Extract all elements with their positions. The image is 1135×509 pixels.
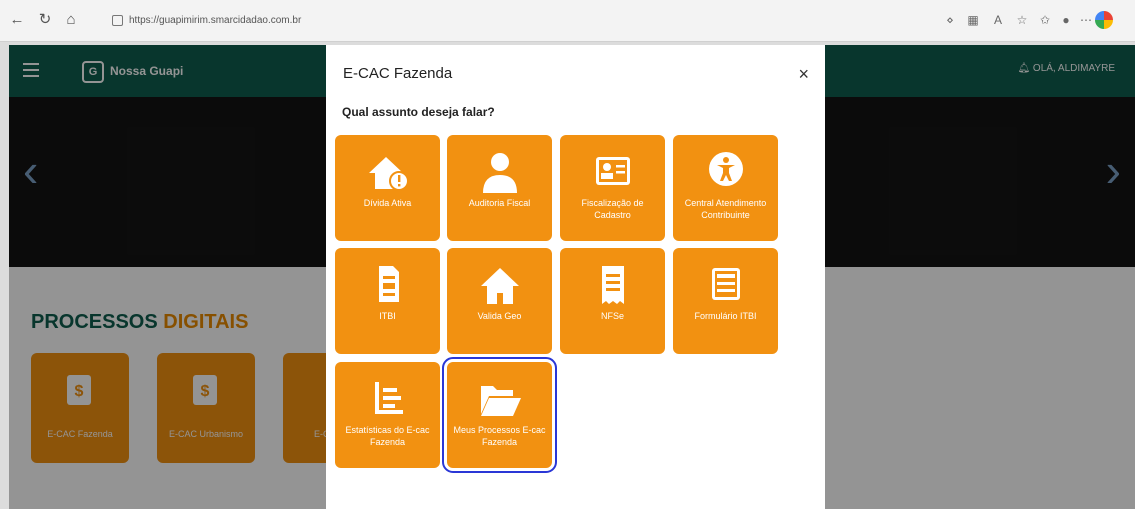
favorites-icon[interactable]: ✩ — [1035, 10, 1055, 30]
browser-copilot-icon[interactable] — [1095, 11, 1113, 29]
url-text: https://guapimirim.smarcidadao.com.br — [129, 15, 302, 26]
text-size-icon[interactable]: A — [988, 10, 1008, 30]
bar-list-icon — [335, 376, 440, 422]
tile-estatisticas[interactable]: Estatísticas do E-cac Fazenda — [335, 362, 440, 468]
site-info-icon[interactable] — [112, 14, 123, 26]
back-arrow-icon[interactable]: ← — [6, 9, 28, 31]
browser-toolbar: ← ↻ ⌂ https://guapimirim.smarcidadao.com… — [0, 0, 1135, 42]
receipt-icon — [560, 262, 665, 308]
more-options-icon[interactable]: ⋯ — [1076, 10, 1096, 30]
home-icon — [447, 262, 552, 308]
house-alert-icon — [335, 149, 440, 195]
file-document-icon — [335, 262, 440, 308]
profile-icon[interactable]: ● — [1056, 10, 1076, 30]
tile-central-atendimento[interactable]: Central Atendimento Contribuinte — [673, 135, 778, 241]
ecac-fazenda-modal: E-CAC Fazenda × Qual assunto deseja fala… — [326, 45, 825, 509]
close-icon[interactable]: × — [798, 64, 809, 85]
address-bar[interactable]: https://guapimirim.smarcidadao.com.br — [112, 10, 892, 31]
form-icon — [673, 262, 778, 308]
read-aloud-icon[interactable]: ⋄ — [940, 10, 960, 30]
tile-valida-geo[interactable]: Valida Geo — [447, 248, 552, 354]
tile-auditoria-fiscal[interactable]: Auditoria Fiscal — [447, 135, 552, 241]
tile-divida-ativa[interactable]: Dívida Ativa — [335, 135, 440, 241]
tile-formulario-itbi[interactable]: Formulário ITBI — [673, 248, 778, 354]
tile-fiscalizacao-cadastro[interactable]: Fiscalização de Cadastro — [560, 135, 665, 241]
accessibility-icon — [673, 149, 778, 195]
tile-nfse[interactable]: NFSe — [560, 248, 665, 354]
favorite-star-icon[interactable]: ☆ — [1012, 10, 1032, 30]
user-icon — [447, 149, 552, 195]
id-card-icon — [560, 149, 665, 195]
modal-title: E-CAC Fazenda — [343, 65, 453, 82]
tile-meus-processos[interactable]: Meus Processos E-cac Fazenda — [442, 357, 557, 473]
refresh-icon[interactable]: ↻ — [34, 9, 56, 31]
home-icon[interactable]: ⌂ — [60, 9, 82, 31]
split-screen-icon[interactable]: ▦ — [963, 10, 983, 30]
folder-open-icon — [447, 376, 552, 422]
tile-itbi[interactable]: ITBI — [335, 248, 440, 354]
modal-question: Qual assunto deseja falar? — [342, 105, 495, 119]
